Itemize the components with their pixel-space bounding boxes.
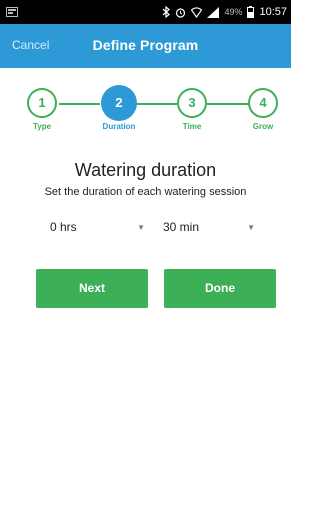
- step-label: Time: [182, 122, 202, 131]
- dropdown-arrow-icon: ▼: [137, 222, 145, 232]
- section-heading: Watering duration: [74, 160, 217, 180]
- notification-icon: [6, 7, 18, 17]
- step-number: 3: [177, 88, 207, 118]
- step-indicator: 1 Type 2 Duration 3 Time 4 Grow: [0, 80, 291, 140]
- step-number: 2: [101, 85, 137, 121]
- wifi-icon: [191, 6, 203, 18]
- minutes-dropdown[interactable]: 30 min ▼: [163, 216, 255, 238]
- battery-icon: [247, 6, 255, 18]
- step-time[interactable]: 3 Time: [167, 80, 217, 131]
- battery-percent: 49%: [224, 7, 243, 17]
- alarm-icon: [175, 7, 186, 18]
- status-bar: 49% 10:57: [0, 0, 291, 24]
- dropdown-arrow-icon: ▼: [247, 222, 255, 232]
- section-description: Set the duration of each watering sessio…: [44, 186, 247, 198]
- step-label: Duration: [102, 122, 136, 131]
- step-label: Grow: [252, 122, 274, 131]
- page-title: Define Program: [92, 37, 199, 53]
- step-number: 4: [248, 88, 278, 118]
- done-button[interactable]: Done: [164, 269, 276, 308]
- minutes-value: 30 min: [163, 220, 200, 234]
- step-duration[interactable]: 2 Duration: [94, 80, 144, 131]
- next-button[interactable]: Next: [36, 269, 148, 308]
- hours-dropdown[interactable]: 0 hrs ▼: [50, 216, 145, 238]
- status-time: 10:57: [259, 6, 287, 18]
- step-label: Type: [32, 122, 52, 131]
- step-number: 1: [27, 88, 57, 118]
- bluetooth-icon: [162, 6, 171, 18]
- hours-value: 0 hrs: [50, 220, 77, 234]
- step-grow[interactable]: 4 Grow: [238, 80, 288, 131]
- step-type[interactable]: 1 Type: [17, 80, 67, 131]
- signal-icon: [207, 6, 220, 18]
- app-bar: Cancel Define Program: [0, 24, 291, 68]
